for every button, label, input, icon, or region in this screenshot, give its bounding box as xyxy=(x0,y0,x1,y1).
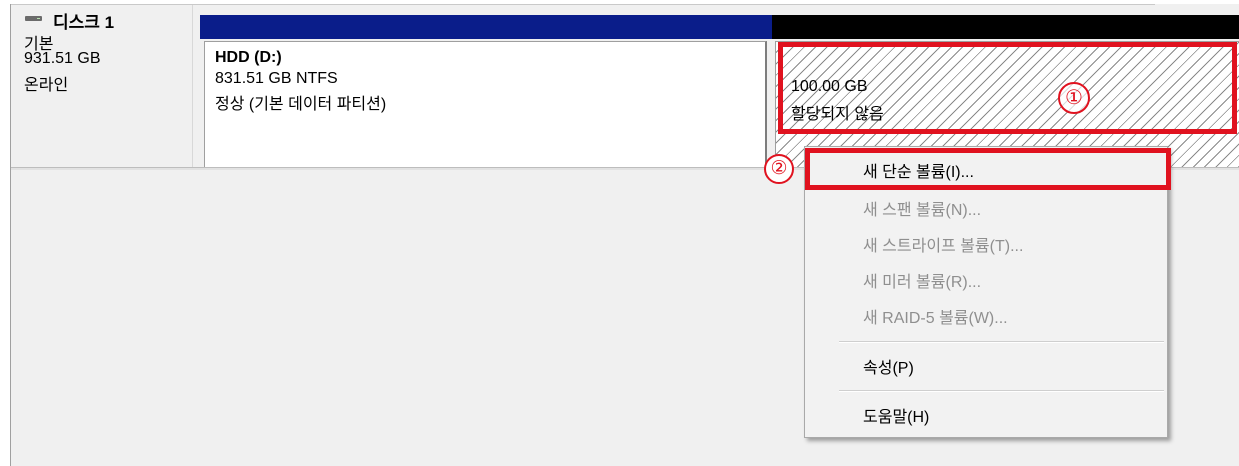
partition-hdd-d[interactable]: HDD (D:) 831.51 GB NTFS 정상 (기본 데이터 파티션) xyxy=(200,15,772,169)
menu-item-new-spanned-volume[interactable]: 새 스팬 볼륨(N)... xyxy=(863,196,981,220)
menu-item-new-striped-volume[interactable]: 새 스트라이프 볼륨(T)... xyxy=(863,232,1023,256)
primary-partition-bar xyxy=(200,15,772,39)
disk-name: 디스크 1 xyxy=(53,13,115,32)
menu-separator xyxy=(839,341,1164,343)
column-divider xyxy=(192,5,193,169)
highlight-box-unallocated xyxy=(778,42,1237,134)
disk-info-panel[interactable]: 디스크 1 기본 931.51 GB 온라인 xyxy=(11,5,192,167)
partition-title: HDD (D:) xyxy=(215,49,282,66)
disk-status: 온라인 xyxy=(24,77,69,94)
disk-size: 931.51 GB xyxy=(24,50,101,67)
step-marker-2: ② xyxy=(764,154,794,184)
partition-filesystem: 831.51 GB NTFS xyxy=(215,70,338,87)
highlight-box-new-simple-volume xyxy=(805,148,1171,190)
left-margin xyxy=(0,0,10,466)
menu-item-help[interactable]: 도움말(H) xyxy=(863,403,929,427)
menu-item-new-mirrored-volume[interactable]: 새 미러 볼륨(R)... xyxy=(863,268,981,292)
step-marker-1: ① xyxy=(1058,82,1090,114)
unallocated-bar xyxy=(772,15,1239,39)
partition-state: 정상 (기본 데이터 파티션) xyxy=(215,96,387,113)
drive-icon xyxy=(25,16,42,21)
partition-body[interactable]: HDD (D:) 831.51 GB NTFS 정상 (기본 데이터 파티션) xyxy=(204,41,767,169)
menu-item-new-raid5-volume[interactable]: 새 RAID-5 볼륨(W)... xyxy=(863,304,1008,328)
menu-separator xyxy=(839,390,1164,392)
menu-item-properties[interactable]: 속성(P) xyxy=(863,354,914,378)
